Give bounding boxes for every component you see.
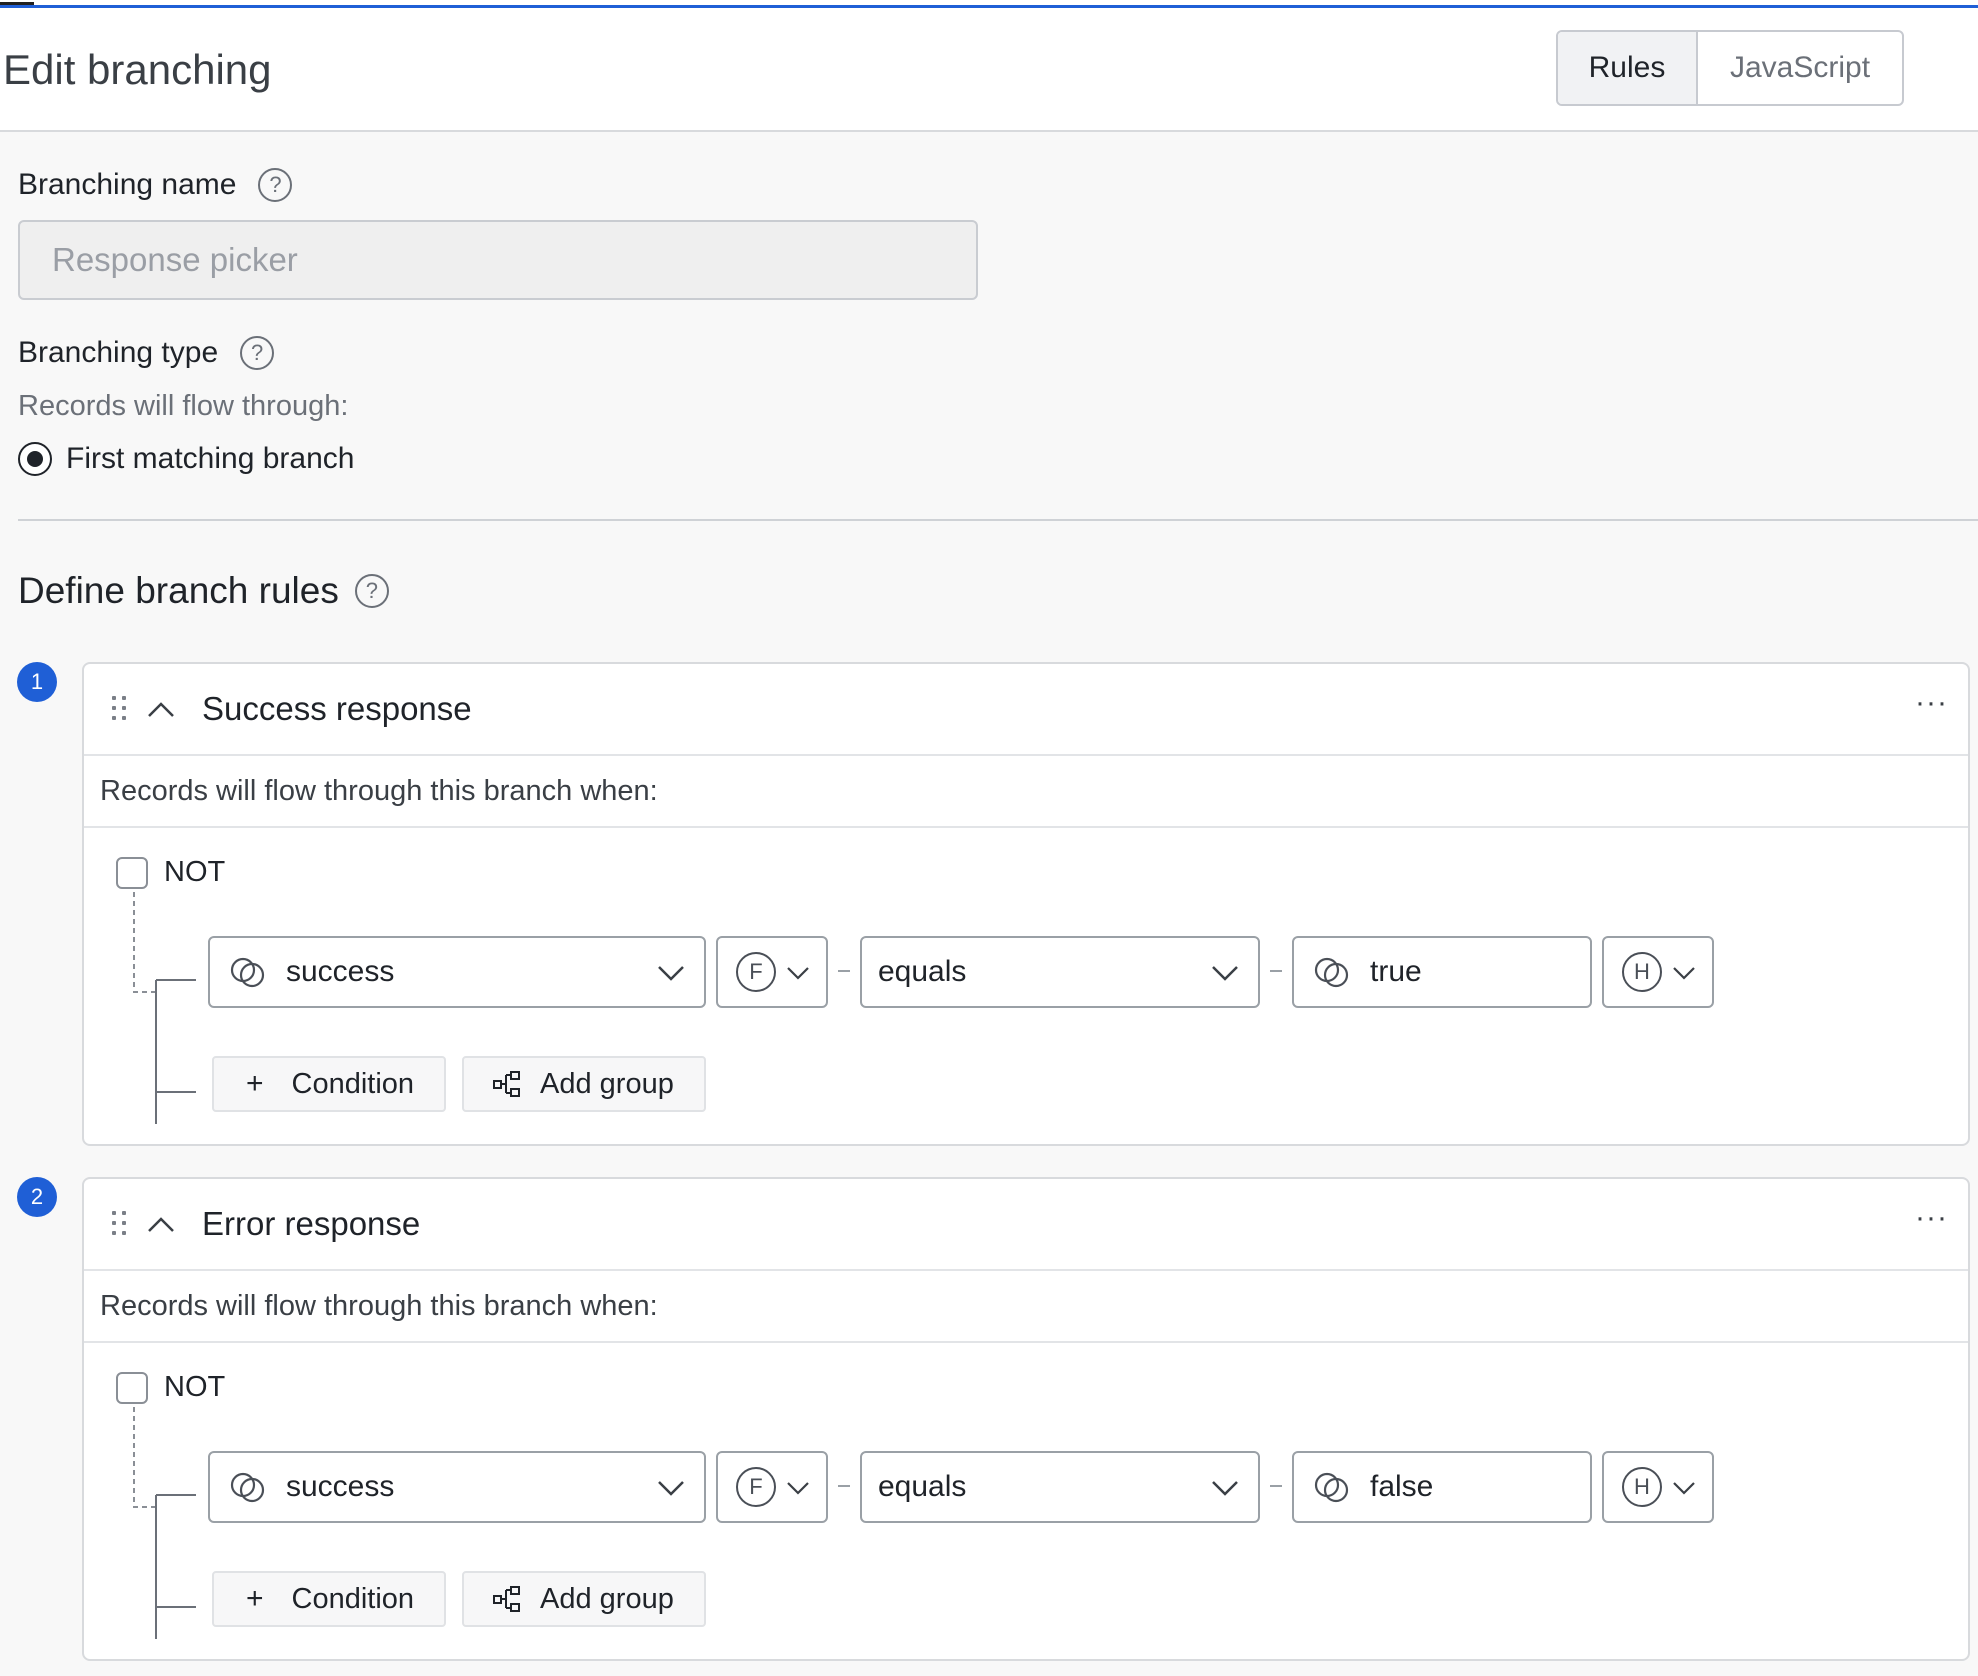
add-condition-label: Condition [291, 1067, 415, 1100]
not-toggle[interactable]: NOT [116, 1371, 225, 1404]
value-input[interactable]: true [1292, 936, 1592, 1008]
branch-card-success: Success response ··· Records will flow t… [82, 662, 1970, 1146]
link-field-icon [1314, 957, 1349, 988]
chevron-down-icon [1212, 1481, 1238, 1496]
link-field-icon [230, 957, 265, 988]
operator-value: equals [878, 955, 967, 988]
section-divider [18, 519, 1978, 521]
field-type-icon: F [736, 1467, 776, 1507]
field-value: success [286, 1470, 395, 1503]
tab-rules[interactable]: Rules [1558, 32, 1698, 104]
branching-name-label: Branching name ? [18, 168, 293, 202]
operator-select[interactable]: equals [860, 936, 1260, 1008]
branch-index-badge: 1 [17, 662, 57, 702]
add-group-label: Add group [540, 1067, 674, 1100]
link-field-icon [230, 1472, 265, 1503]
not-label: NOT [164, 1371, 226, 1403]
value-type-icon: H [1622, 952, 1662, 992]
mode-toggle: Rules JavaScript [1556, 30, 1904, 106]
page-title: Edit branching [3, 46, 272, 93]
add-group-button[interactable]: Add group [462, 1571, 706, 1627]
chevron-down-icon [1673, 1482, 1695, 1495]
operator-select[interactable]: equals [860, 1451, 1260, 1523]
drag-handle-icon[interactable] [112, 1211, 130, 1237]
not-label: NOT [164, 856, 226, 888]
value-input[interactable]: false [1292, 1451, 1592, 1523]
value-text: false [1370, 1470, 1434, 1503]
add-group-button[interactable]: Add group [462, 1056, 706, 1112]
field-type-select[interactable]: F [716, 1451, 828, 1523]
question-circle-icon[interactable]: ? [354, 574, 389, 608]
branch-subtitle: Records will flow through this branch wh… [84, 756, 1968, 828]
branch-title: Success response [202, 690, 472, 727]
chevron-down-icon [1673, 967, 1695, 980]
branching-name-input[interactable]: Response picker [18, 220, 978, 300]
chevron-down-icon [787, 1482, 809, 1495]
not-checkbox[interactable] [116, 1371, 148, 1404]
radio-button[interactable] [18, 442, 52, 476]
plus-icon: + [246, 1067, 264, 1100]
add-condition-button[interactable]: + Condition [212, 1571, 446, 1627]
value-text: true [1370, 955, 1422, 988]
field-value: success [286, 955, 395, 988]
link-field-icon [1314, 1472, 1349, 1503]
value-type-icon: H [1622, 1467, 1662, 1507]
define-branch-rules-heading: Define branch rules ? [18, 570, 389, 612]
plus-icon: + [246, 1582, 264, 1615]
tab-javascript[interactable]: JavaScript [1698, 32, 1902, 104]
not-checkbox[interactable] [116, 856, 148, 889]
value-type-select[interactable]: H [1602, 936, 1714, 1008]
add-condition-label: Condition [291, 1582, 415, 1615]
operator-value: equals [878, 1470, 967, 1503]
add-group-label: Add group [540, 1582, 674, 1615]
field-select[interactable]: success [208, 936, 706, 1008]
drag-handle-icon[interactable] [112, 696, 130, 722]
chevron-down-icon [1212, 966, 1238, 981]
value-type-select[interactable]: H [1602, 1451, 1714, 1523]
not-toggle[interactable]: NOT [116, 856, 225, 889]
more-horizontal-icon[interactable]: ··· [1915, 686, 1948, 720]
chevron-down-icon [787, 967, 809, 980]
add-condition-button[interactable]: + Condition [212, 1056, 446, 1112]
branch-card-header: Error response ··· [84, 1179, 1968, 1271]
branch-title: Error response [202, 1205, 421, 1242]
field-type-select[interactable]: F [716, 936, 828, 1008]
branching-type-description: Records will flow through: [18, 390, 349, 422]
question-circle-icon[interactable]: ? [258, 168, 293, 202]
page-header: Edit branching Rules JavaScript [0, 8, 1978, 132]
field-select[interactable]: success [208, 1451, 706, 1523]
chevron-down-icon [658, 966, 684, 981]
branching-type-label: Branching type ? [18, 336, 275, 370]
chevron-up-icon[interactable] [144, 1209, 178, 1239]
branch-card-header: Success response ··· [84, 664, 1968, 756]
branch-subtitle: Records will flow through this branch wh… [84, 1271, 1968, 1343]
field-type-icon: F [736, 952, 776, 992]
chevron-up-icon[interactable] [144, 694, 178, 724]
group-tree-icon [493, 1586, 520, 1612]
branch-card-error: Error response ··· Records will flow thr… [82, 1177, 1970, 1661]
radio-label: First matching branch [66, 442, 355, 475]
more-horizontal-icon[interactable]: ··· [1915, 1201, 1948, 1235]
branch-index-badge: 2 [17, 1177, 57, 1217]
top-accent-bar [0, 0, 1978, 8]
chevron-down-icon [658, 1481, 684, 1496]
group-tree-icon [493, 1071, 520, 1097]
first-matching-branch-option[interactable]: First matching branch [18, 442, 354, 476]
question-circle-icon[interactable]: ? [240, 336, 275, 370]
